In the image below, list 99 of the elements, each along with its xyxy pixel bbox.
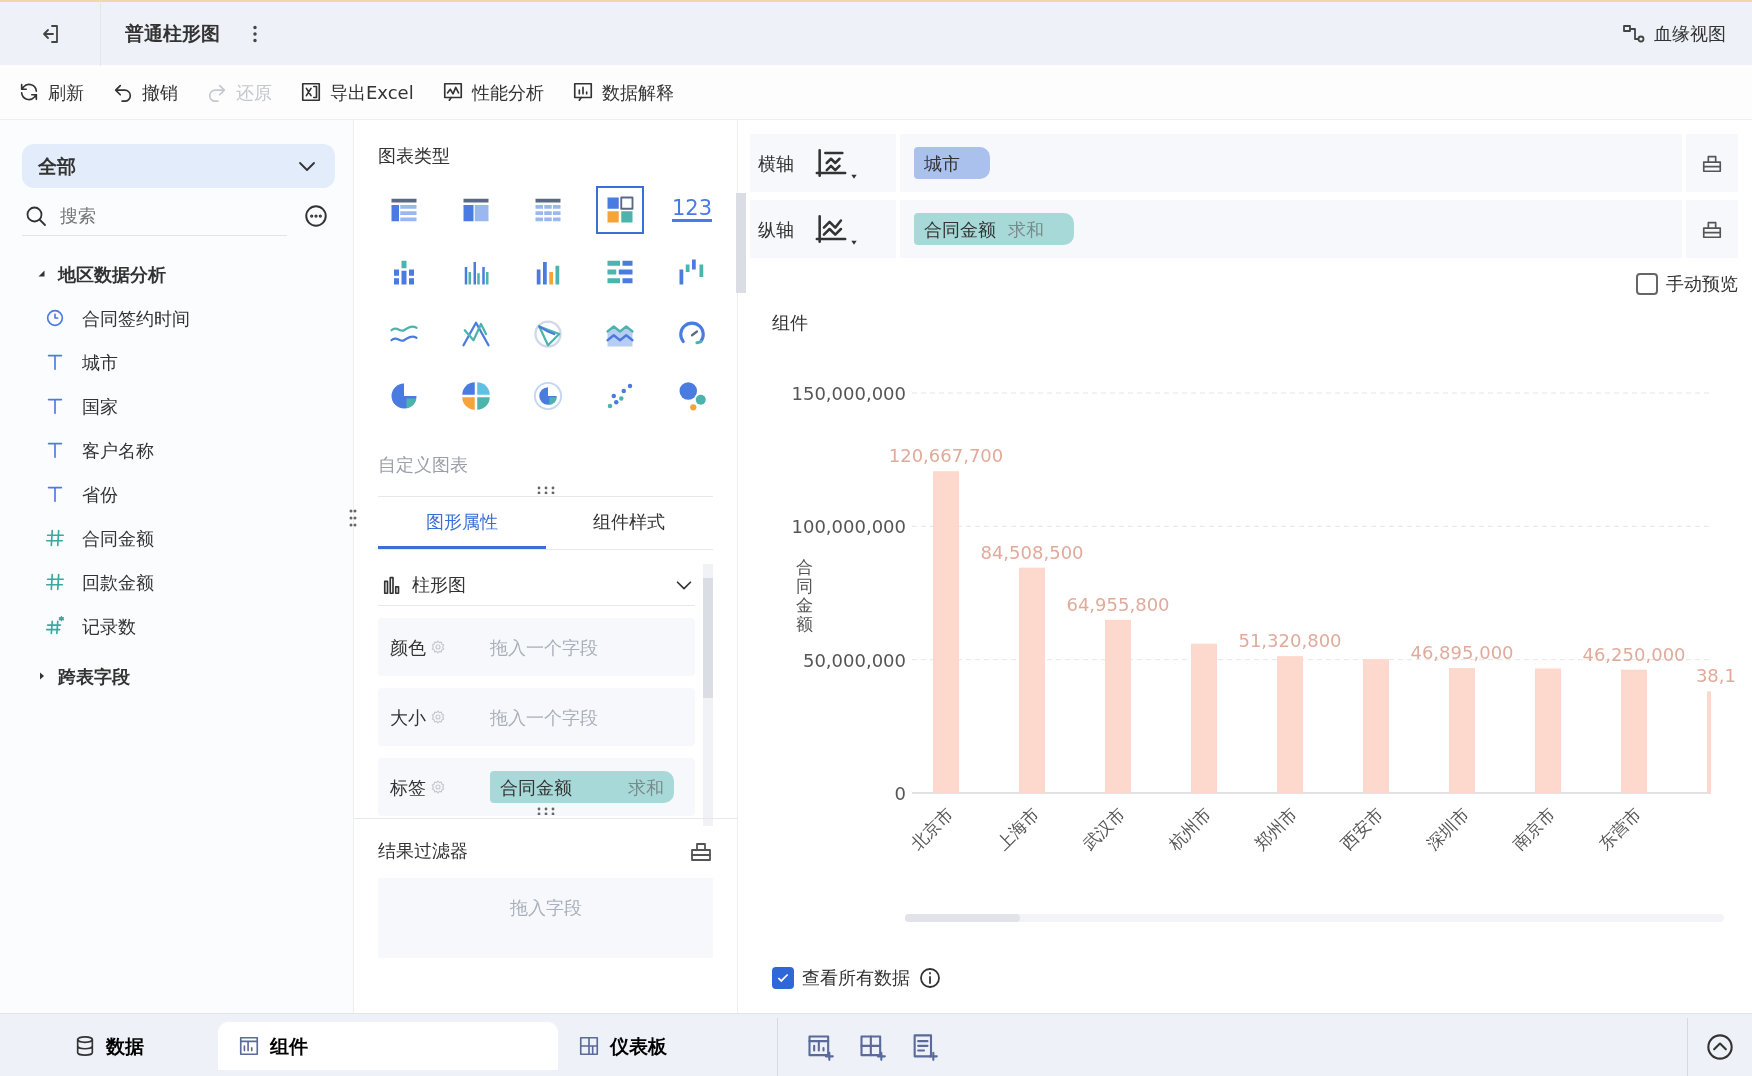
bottom-tab[interactable]: 组件 xyxy=(218,1022,558,1070)
layout-icon xyxy=(605,195,635,225)
grid-icon xyxy=(578,1035,600,1057)
axis-chart-icon xyxy=(814,146,848,180)
hash-icon xyxy=(44,571,66,593)
x-tick-label: 南京市 xyxy=(1508,803,1559,854)
value-label: 84,508,500 xyxy=(980,541,1084,563)
tree-group[interactable]: 地区数据分析 xyxy=(22,252,335,296)
chart-title: 普通柱形图 xyxy=(125,21,220,47)
search-field[interactable]: 搜索 xyxy=(22,196,287,236)
drag-handle-icon[interactable] xyxy=(535,807,556,815)
donut-chart-icon xyxy=(533,381,563,411)
x-tick-label: 北京市 xyxy=(906,803,957,854)
search-icon xyxy=(24,204,48,228)
add-layout-icon[interactable] xyxy=(858,1033,886,1061)
scope-dropdown[interactable]: 全部 xyxy=(22,144,335,188)
field-chip[interactable]: 合同金额 求和 xyxy=(914,213,1074,245)
value-label: 46,250,000 xyxy=(1582,643,1686,665)
component-title: 组件 xyxy=(772,311,809,335)
scatter-icon xyxy=(605,381,635,411)
value-label: 46,895,000 xyxy=(1410,641,1514,663)
value-label: 120,667,700 xyxy=(888,445,1004,467)
scrollbar-thumb[interactable] xyxy=(736,193,746,293)
toolbar-button[interactable]: 性能分析 xyxy=(431,74,554,110)
pie-chart-icon xyxy=(389,381,419,411)
axis-label: 纵轴 xyxy=(758,217,794,242)
property-label: 标签 xyxy=(390,775,426,800)
clock-icon xyxy=(44,307,66,329)
property-label: 颜色 xyxy=(390,635,426,660)
value-label: 38,1 xyxy=(1695,665,1736,687)
scrollbar[interactable] xyxy=(905,914,1724,922)
axis-chart-icon xyxy=(814,212,848,246)
field-item[interactable]: 客户名称 xyxy=(22,428,335,472)
property-tab[interactable]: 组件样式 xyxy=(545,497,713,549)
toolbar-button[interactable]: 数据解释 xyxy=(561,74,684,110)
toolbar-button[interactable]: 导出Excel xyxy=(290,74,424,110)
field-item[interactable]: 城市 xyxy=(22,340,335,384)
chart-type-option[interactable]: 123 xyxy=(668,186,716,234)
value-label: 51,320,800 xyxy=(1238,630,1342,652)
bar-chart-icon xyxy=(238,1035,260,1057)
property-label: 大小 xyxy=(390,705,426,730)
line-chart-icon xyxy=(461,319,491,349)
section-title: 结果过滤器 xyxy=(378,839,468,863)
field-item[interactable]: 合同签约时间 xyxy=(22,296,335,340)
field-chip[interactable]: 合同金额 求和 xyxy=(490,771,674,803)
data-chart-icon xyxy=(571,81,594,103)
bottom-tab[interactable]: 数据 xyxy=(0,1022,218,1070)
hash-icon xyxy=(44,527,66,549)
field-item[interactable]: 省份 xyxy=(22,472,335,516)
chart-type-select[interactable]: 柱形图 xyxy=(378,564,695,606)
x-tick-label: 西安市 xyxy=(1336,803,1387,854)
axis-type-button[interactable] xyxy=(814,212,858,246)
x-tick-label: 上海市 xyxy=(992,803,1043,854)
property-tab[interactable]: 图形属性 xyxy=(378,497,546,549)
field-item[interactable]: 记录数 xyxy=(22,604,335,648)
y-tick-label: 50,000,000 xyxy=(802,649,906,671)
monitor-chart-icon xyxy=(441,81,464,103)
value-label: 64,955,800 xyxy=(1066,593,1170,615)
hash-icon xyxy=(44,615,66,637)
axis-type-button[interactable] xyxy=(814,146,858,180)
scrollbar-thumb[interactable] xyxy=(703,578,713,698)
more-options-icon[interactable] xyxy=(303,203,329,229)
x-tick-label: 郑州市 xyxy=(1250,803,1301,854)
drag-handle-icon[interactable] xyxy=(349,508,357,528)
x-tick-label: 杭州市 xyxy=(1164,803,1215,854)
field-item[interactable]: 回款金额 xyxy=(22,560,335,604)
collapse-up-icon[interactable] xyxy=(1706,1033,1734,1061)
y-tick-label: 0 xyxy=(894,783,906,804)
toolbar-button[interactable]: 撤销 xyxy=(102,74,188,110)
x-tick-label: 武汉市 xyxy=(1078,803,1129,854)
x-tick-label: 深圳市 xyxy=(1422,803,1473,854)
x-tick-label: 东营市 xyxy=(1594,803,1645,854)
refresh-icon xyxy=(18,81,40,103)
tree-group[interactable]: 跨表字段 xyxy=(22,654,335,698)
view-all-checkbox[interactable]: 查看所有数据 xyxy=(772,964,910,991)
caret-icon xyxy=(850,238,858,246)
toolbar-button[interactable]: 刷新 xyxy=(8,74,94,110)
drag-handle-icon[interactable] xyxy=(535,486,556,494)
info-icon[interactable] xyxy=(918,965,942,990)
pie-chart-icon xyxy=(461,381,491,411)
chart-type-option[interactable] xyxy=(596,186,644,234)
axis-label: 横轴 xyxy=(758,151,794,176)
database-icon xyxy=(74,1035,96,1057)
field-item[interactable]: 合同金额 xyxy=(22,516,335,560)
bubble-icon xyxy=(677,381,707,411)
radar-icon xyxy=(533,319,563,349)
field-item[interactable]: 国家 xyxy=(22,384,335,428)
y-tick-label: 150,000,000 xyxy=(791,383,906,404)
manual-preview-checkbox[interactable]: 手动预览 xyxy=(1636,270,1738,297)
lineage-view-button[interactable]: 血缘视图 xyxy=(1612,16,1736,51)
section-title: 图表类型 xyxy=(378,144,451,168)
bottom-tab[interactable]: 仪表板 xyxy=(558,1022,687,1070)
axis-title: 合同金额 xyxy=(796,557,813,634)
add-chart-icon[interactable] xyxy=(806,1033,834,1061)
caret-icon xyxy=(36,268,48,280)
field-chip[interactable]: 城市 xyxy=(914,147,990,179)
caret-icon xyxy=(850,172,858,180)
y-tick-label: 100,000,000 xyxy=(791,516,906,538)
excel-icon xyxy=(300,81,322,103)
